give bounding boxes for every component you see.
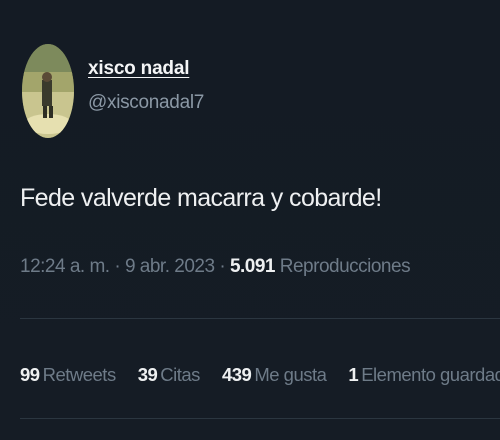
meta-separator: · <box>114 256 121 277</box>
meta-separator: · <box>219 256 226 277</box>
user-names: xisco nadal @xisconadal7 <box>88 58 204 114</box>
stat-likes[interactable]: 439 Me gusta <box>221 364 327 386</box>
tweet-meta: 12:24 a. m. · 9 abr. 2023 · 5.091 Reprod… <box>20 256 411 278</box>
views-label: Reproducciones <box>279 256 411 277</box>
stat-count: 39 <box>137 364 158 385</box>
tweet-text: Fede valverde macarra y cobarde! <box>20 184 382 212</box>
tweet-header: xisco nadal @xisconadal7 <box>22 44 204 138</box>
divider <box>20 418 500 419</box>
user-handle[interactable]: @xisconadal7 <box>88 92 204 114</box>
tweet-card: xisco nadal @xisconadal7 Fede valverde m… <box>0 0 500 440</box>
divider <box>20 318 500 319</box>
views-count: 5.091 <box>229 256 276 277</box>
avatar-image <box>22 44 74 138</box>
stat-bookmarks[interactable]: 1 Elemento guardado <box>348 364 500 386</box>
stat-count: 99 <box>20 364 40 385</box>
stat-count: 1 <box>348 364 359 385</box>
stat-label: Citas <box>160 364 200 385</box>
display-name[interactable]: xisco nadal <box>88 58 204 80</box>
tweet-date[interactable]: 9 abr. 2023 <box>125 256 215 277</box>
stat-count: 439 <box>221 364 252 385</box>
stat-retweets[interactable]: 99 Retweets <box>20 364 116 386</box>
stat-label: Retweets <box>42 364 117 385</box>
stat-quotes[interactable]: 39 Citas <box>137 364 201 386</box>
stat-label: Elemento guardado <box>361 364 500 385</box>
tweet-time[interactable]: 12:24 a. m. <box>20 256 110 277</box>
avatar[interactable] <box>22 44 74 138</box>
tweet-stats: 99 Retweets 39 Citas 439 Me gusta 1 Elemento… <box>20 364 500 386</box>
stat-label: Me gusta <box>254 364 327 385</box>
